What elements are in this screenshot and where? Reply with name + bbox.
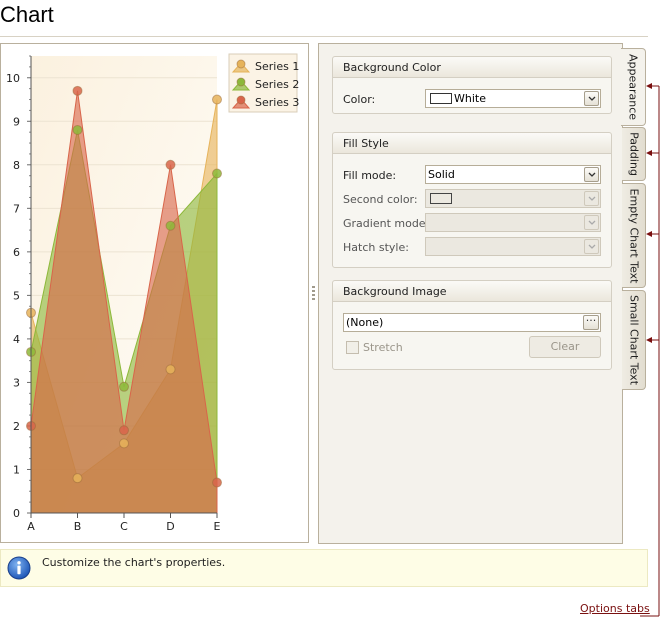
data-point — [119, 425, 129, 436]
hatch-style-label: Hatch style: — [343, 241, 409, 254]
data-point — [119, 438, 129, 449]
data-point — [212, 477, 222, 488]
info-bar: Customize the chart's properties. — [0, 549, 648, 587]
legend-label: Series 3 — [255, 96, 299, 109]
y-tick-label: 3 — [13, 376, 20, 389]
chevron-down-icon[interactable] — [584, 91, 599, 106]
data-point — [72, 85, 83, 96]
y-tick-label: 4 — [13, 333, 20, 346]
page-title: Chart — [0, 2, 54, 27]
y-tick-label: 8 — [13, 159, 20, 172]
tab-label: Appearance — [626, 53, 640, 121]
tab-label: Padding — [627, 132, 640, 176]
data-point — [165, 364, 176, 375]
color-select-value: White — [454, 92, 486, 105]
y-tick-label: 10 — [6, 72, 20, 85]
background-image-value: (None) — [346, 316, 384, 329]
data-point — [72, 473, 83, 484]
legend-label: Series 1 — [255, 60, 299, 73]
tab-padding[interactable]: Padding — [622, 127, 646, 181]
data-point — [212, 168, 222, 179]
area-chart: 0 1 2 3 4 5 6 7 8 9 10 A B C D E Series 1 Series 2 Series … — [6, 53, 299, 533]
fill-mode-select[interactable]: Solid — [425, 165, 601, 184]
background-image-group: Background Image (None) ··· Stretch Clea… — [332, 280, 612, 370]
options-tabs-callout-label: Options tabs — [580, 602, 650, 615]
tab-appearance[interactable]: Appearance — [621, 48, 646, 126]
chart-preview-pane: 0 1 2 3 4 5 6 7 8 9 10 A B C D E Series 1 Series 2 Series … — [0, 43, 309, 543]
tab-label: Small Chart Text — [627, 294, 640, 386]
y-tick-label: 2 — [13, 420, 20, 433]
legend-marker-icon — [236, 59, 246, 69]
second-color-label: Second color: — [343, 193, 418, 206]
x-tick-label: C — [120, 520, 128, 533]
fill-mode-value: Solid — [428, 168, 455, 181]
legend-marker-icon — [236, 95, 246, 105]
tab-label: Empty Chart Text — [627, 188, 640, 283]
x-tick-label: A — [27, 520, 35, 533]
info-icon — [7, 556, 31, 580]
second-color-select[interactable] — [425, 189, 601, 208]
color-label: Color: — [343, 93, 376, 106]
stretch-checkbox[interactable] — [346, 341, 359, 354]
color-select[interactable]: White — [425, 89, 601, 108]
fill-mode-label: Fill mode: — [343, 169, 397, 182]
title-divider — [0, 36, 648, 37]
hatch-style-select[interactable] — [425, 237, 601, 256]
chevron-down-icon[interactable] — [584, 239, 599, 254]
data-point — [72, 124, 83, 135]
tab-empty-chart-text[interactable]: Empty Chart Text — [622, 183, 646, 288]
y-tick-label: 0 — [13, 507, 20, 520]
group-header: Background Color — [333, 57, 611, 78]
chevron-down-icon[interactable] — [584, 191, 599, 206]
background-image-field[interactable]: (None) ··· — [343, 313, 601, 332]
clear-button[interactable]: Clear — [529, 336, 601, 358]
legend-label: Series 2 — [255, 78, 299, 91]
options-pane: Background Color Color: White Fill Style… — [318, 43, 623, 544]
splitter-handle[interactable] — [312, 286, 315, 302]
group-header: Background Image — [333, 281, 611, 302]
info-message: Customize the chart's properties. — [42, 556, 226, 569]
y-tick-label: 7 — [13, 202, 20, 215]
data-point — [119, 381, 129, 392]
data-point — [165, 159, 176, 170]
background-color-group: Background Color Color: White — [332, 56, 612, 114]
browse-ellipsis-button[interactable]: ··· — [583, 315, 599, 330]
color-swatch — [430, 93, 452, 104]
chevron-down-icon[interactable] — [584, 215, 599, 230]
stretch-label: Stretch — [363, 341, 403, 354]
x-tick-label: E — [214, 520, 221, 533]
y-tick-label: 6 — [13, 246, 20, 259]
legend-marker-icon — [236, 77, 246, 87]
chevron-down-icon[interactable] — [584, 167, 599, 182]
data-point — [212, 94, 222, 105]
x-tick-label: D — [166, 520, 174, 533]
data-point — [165, 220, 176, 231]
x-tick-label: B — [74, 520, 82, 533]
y-tick-label: 9 — [13, 115, 20, 128]
gradient-mode-label: Gradient mode: — [343, 217, 430, 230]
fill-style-group: Fill Style Fill mode: Solid Second color… — [332, 132, 612, 268]
y-tick-label: 5 — [13, 289, 20, 302]
gradient-mode-select[interactable] — [425, 213, 601, 232]
group-header: Fill Style — [333, 133, 611, 154]
y-tick-label: 1 — [13, 463, 20, 476]
color-swatch — [430, 193, 452, 204]
tab-small-chart-text[interactable]: Small Chart Text — [622, 290, 646, 390]
